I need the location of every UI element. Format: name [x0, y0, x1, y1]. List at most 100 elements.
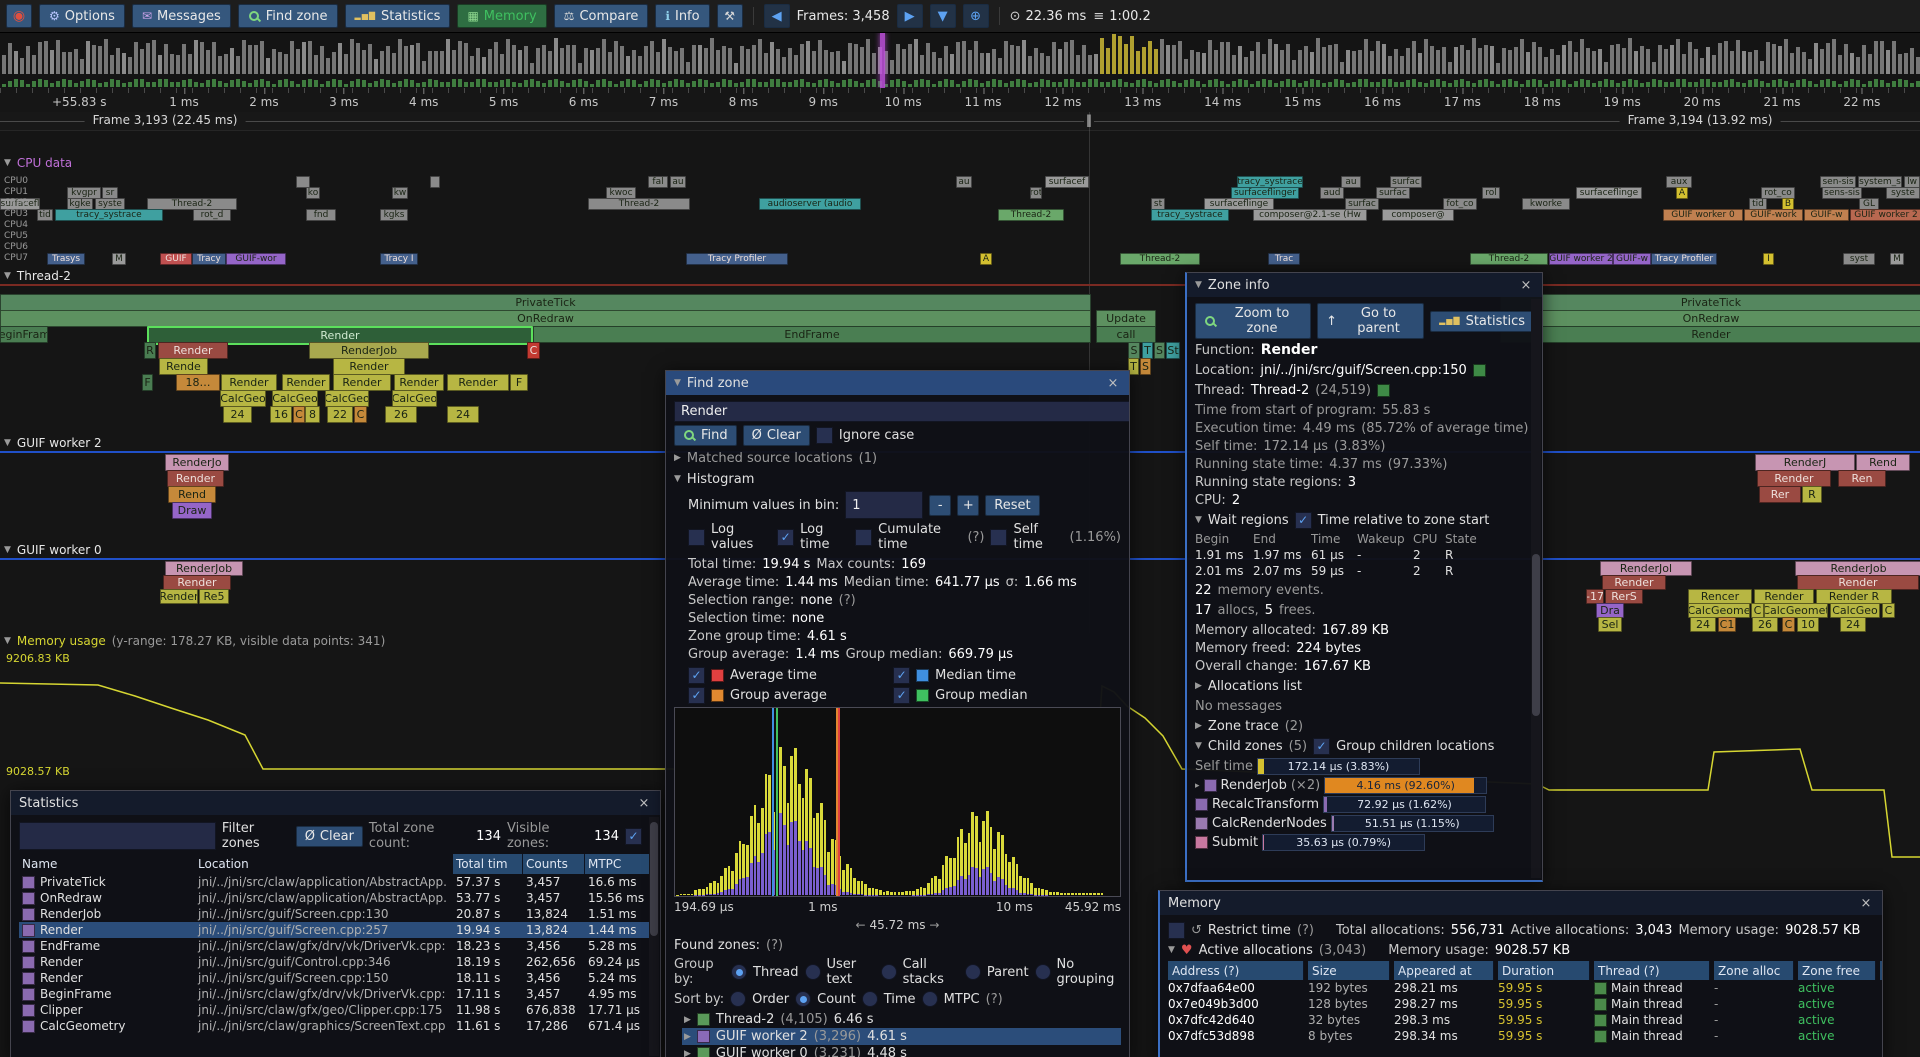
- cpu-zone[interactable]: Thread-2: [998, 209, 1064, 221]
- column-header-location[interactable]: Location: [195, 854, 453, 874]
- close-icon[interactable]: ×: [1105, 376, 1121, 391]
- cpu-zone[interactable]: kgks: [380, 209, 408, 221]
- log-values-checkbox[interactable]: [688, 529, 705, 546]
- column-header-zone-alloc[interactable]: Zone alloc: [1714, 961, 1794, 980]
- child-zone-row[interactable]: Submit35.63 μs (0.79%): [1195, 833, 1534, 852]
- frame-dropdown-button[interactable]: ▼: [930, 4, 956, 28]
- timeline-zone[interactable]: 26: [385, 406, 417, 423]
- timeline-zone[interactable]: CalcGeo: [325, 390, 369, 407]
- tools-button[interactable]: ⚒: [717, 4, 743, 28]
- statistics-row[interactable]: EndFramejni/../jni/src/claw/gfx/drv/vk/D…: [19, 938, 652, 954]
- timeline-zone[interactable]: Render: [158, 342, 228, 359]
- reset-button[interactable]: Reset: [985, 495, 1039, 516]
- timeline-zone[interactable]: RenderJob: [165, 561, 243, 576]
- collapse-icon[interactable]: ▼: [1168, 945, 1175, 955]
- timeline-zone[interactable]: 18…: [176, 374, 220, 391]
- timeline-zone[interactable]: St: [1166, 342, 1180, 359]
- timeline-zone[interactable]: BeginFrame: [0, 326, 48, 343]
- zoom-to-zone-button[interactable]: Zoom to zone: [1195, 303, 1311, 339]
- child-zone-row[interactable]: Self time172.14 μs (3.83%): [1195, 757, 1534, 776]
- timeline-zone[interactable]: C: [1882, 603, 1895, 618]
- thread-header-thread-2[interactable]: ▼Thread-2: [4, 268, 71, 284]
- cpu-zone[interactable]: GUIF-w: [1613, 253, 1651, 265]
- column-header-size[interactable]: Size: [1308, 961, 1390, 980]
- log-time-checkbox[interactable]: [777, 529, 794, 546]
- min-bin-input[interactable]: 1: [845, 491, 923, 519]
- timeline-zone[interactable]: Render: [333, 358, 405, 375]
- cpu-zone[interactable]: tracy_systrace: [55, 209, 163, 221]
- memory-title-bar[interactable]: Memory ×: [1160, 891, 1882, 915]
- cpu-zone[interactable]: surfaceflinge: [1576, 187, 1642, 199]
- found-zone-group-row[interactable]: ▶GUIF worker 2(3,296)4.61 s: [682, 1028, 1121, 1045]
- timeline-zone[interactable]: Rend: [1856, 454, 1910, 471]
- wait-region-row[interactable]: 2.01 ms2.07 ms59 μs-2R: [1195, 563, 1534, 579]
- timeline-zone[interactable]: Dra: [1596, 603, 1624, 618]
- cpu-zone[interactable]: tracy_systrace: [1151, 209, 1229, 221]
- statistics-title-bar[interactable]: Statistics ×: [11, 791, 660, 815]
- group-by-radio-user-text[interactable]: [805, 964, 821, 980]
- timeline-zone[interactable]: Render: [221, 374, 277, 391]
- cpu-zone[interactable]: GUIF worker 2: [1549, 253, 1613, 265]
- focus-frame-button[interactable]: ⊕: [963, 4, 989, 28]
- timeline-zone[interactable]: RenderJ: [1755, 454, 1855, 471]
- cpu-zone[interactable]: surfac: [1376, 187, 1410, 199]
- min-bin-increase-button[interactable]: +: [957, 495, 979, 516]
- cpu-zone[interactable]: Tracy: [192, 253, 226, 265]
- cpu-data-header[interactable]: ▼CPU data: [4, 155, 72, 171]
- statistics-row[interactable]: CalcGeometryjni/../jni/src/claw/graphics…: [19, 1018, 652, 1034]
- timeline-zone[interactable]: Render: [1757, 470, 1831, 487]
- timeline-zone[interactable]: Update: [1096, 310, 1156, 327]
- group-by-radio-call-stacks[interactable]: [881, 964, 897, 980]
- thread-header-guif-worker-2[interactable]: ▼GUIF worker 2: [4, 435, 102, 451]
- sort-by-radio-count[interactable]: [795, 991, 811, 1007]
- timeline-zone[interactable]: Re5: [199, 589, 229, 604]
- cpu-zone[interactable]: syst: [1843, 253, 1875, 265]
- expand-icon[interactable]: ▶: [1195, 721, 1202, 731]
- legend-checkbox-group-average[interactable]: [688, 687, 705, 704]
- statistics-button[interactable]: ▂▅▇Statistics: [345, 4, 451, 28]
- cpu-zone[interactable]: fal: [648, 176, 668, 188]
- cpu-zone[interactable]: fnd: [306, 209, 336, 221]
- stats-option-checkbox[interactable]: [625, 828, 642, 845]
- messages-button[interactable]: ✉Messages: [132, 4, 231, 28]
- column-header-mtpc[interactable]: MTPC: [585, 854, 652, 874]
- timeline-zone[interactable]: 24: [1840, 617, 1866, 632]
- timeline-zone[interactable]: RerS: [1605, 589, 1643, 604]
- cpu-zone[interactable]: Tracy I: [380, 253, 418, 265]
- timeline-zone[interactable]: 10: [1797, 617, 1819, 632]
- clear-filter-button[interactable]: ØClear: [296, 826, 363, 847]
- timeline-zone[interactable]: RenderJol: [1600, 561, 1692, 576]
- timeline-zone[interactable]: S: [1128, 342, 1140, 359]
- location-value[interactable]: jni/../jni/src/guif/Screen.cpp:150: [1260, 363, 1466, 378]
- self-time-checkbox[interactable]: [990, 529, 1007, 546]
- cpu-zone[interactable]: GUIF-w: [1804, 209, 1849, 221]
- timeline-zone[interactable]: C1: [1718, 617, 1736, 632]
- memory-button[interactable]: ▦Memory: [457, 4, 546, 28]
- timeline-zone[interactable]: R: [144, 342, 156, 359]
- cpu-zone[interactable]: GUIF-wor: [226, 253, 286, 265]
- cpu-zone[interactable]: au: [670, 176, 686, 188]
- timeline-zone[interactable]: 24: [1690, 617, 1716, 632]
- cpu-zone[interactable]: Thread-2: [1120, 253, 1200, 265]
- timeline-zone[interactable]: F: [142, 374, 153, 391]
- clear-button[interactable]: ØClear: [743, 425, 810, 446]
- column-header-total-tim[interactable]: Total tim: [453, 854, 523, 874]
- timeline-zone[interactable]: Sel: [1598, 617, 1622, 632]
- sort-by-radio-order[interactable]: [730, 991, 746, 1007]
- timeline-zone[interactable]: Rer: [1759, 486, 1801, 503]
- child-zones-label[interactable]: Child zones: [1208, 739, 1283, 754]
- timeline-zone[interactable]: Render: [1602, 575, 1666, 590]
- timeline-zone[interactable]: C: [527, 342, 540, 359]
- timeline-zone[interactable]: CalcGeome: [1688, 603, 1750, 618]
- scrollbar-thumb[interactable]: [1532, 554, 1540, 716]
- cpu-zone[interactable]: Trac: [1268, 253, 1300, 265]
- cpu-zone[interactable]: A: [980, 253, 992, 265]
- found-zone-group-row[interactable]: ▶Thread-2(4,105)6.46 s: [682, 1011, 1121, 1028]
- sort-by-radio-mtpc[interactable]: [922, 991, 938, 1007]
- cpu-zone[interactable]: M: [1890, 253, 1904, 265]
- cpu-zone[interactable]: au: [956, 176, 972, 188]
- cpu-zone[interactable]: GUIF-work: [1744, 209, 1803, 221]
- expand-icon[interactable]: ▶: [1195, 681, 1202, 691]
- timeline-zone[interactable]: OnRedraw: [0, 310, 1091, 327]
- cpu-zone[interactable]: Trasys: [47, 253, 85, 265]
